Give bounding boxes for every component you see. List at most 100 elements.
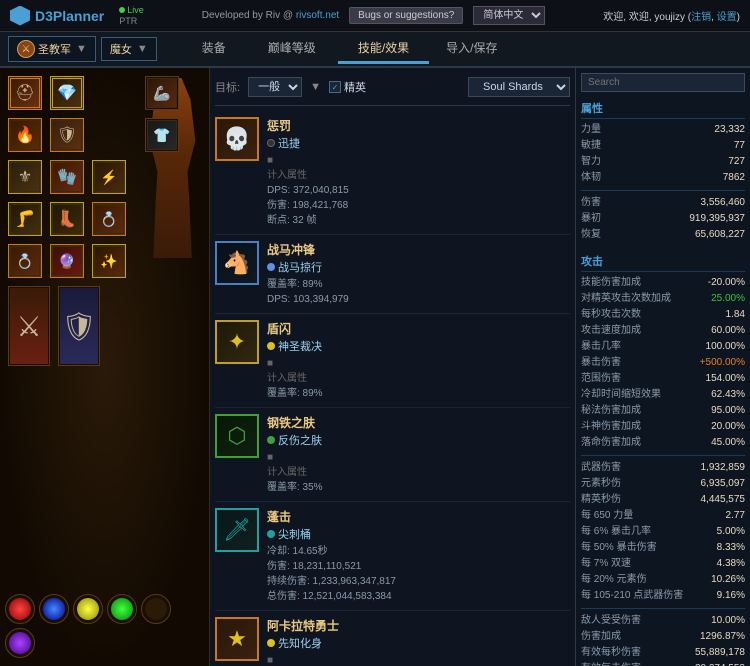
skill-name-akkarat: 阿卡拉特勇士 xyxy=(267,617,570,634)
dev-link[interactable]: rivsoft.net xyxy=(296,10,339,21)
slot-neck[interactable]: 💎 xyxy=(50,76,84,110)
skill-rune-bash: 尖刺桶 xyxy=(267,526,570,542)
stat-weapon-dmg: 武器伤害 1,932,859 xyxy=(581,460,745,476)
skill-icon-punishment[interactable]: 💀 xyxy=(215,117,259,161)
logo[interactable]: D3Planner xyxy=(10,6,104,26)
skill-name-punishment: 惩罚 xyxy=(267,117,570,134)
class-selector[interactable]: ⚔ 圣教军 ▼ xyxy=(8,36,96,62)
skill-icon-shield-glare[interactable]: ✦ xyxy=(215,320,259,364)
gem-slot-2[interactable] xyxy=(39,594,69,624)
gem-slot-3[interactable] xyxy=(73,594,103,624)
target-select[interactable]: 一般 xyxy=(248,77,302,97)
stat-wdmg-per-105: 每 105-210 点武器伤害 9.16% xyxy=(581,588,745,604)
stat-eff-dps: 有效每秒伤害 55,889,178 xyxy=(581,645,745,661)
language-select[interactable]: 简体中文 English xyxy=(473,6,545,25)
ptr-status: PTR xyxy=(119,16,144,27)
slot-ring1[interactable]: 💍 xyxy=(92,202,126,236)
stat-crit-damage: 暴击伤害 +500.00% xyxy=(581,355,745,371)
filter-row: 目标: 一般 ▼ ✓ 精英 Soul Shards xyxy=(215,73,570,106)
skill-rune-akkarat: 先知化身 xyxy=(267,635,570,651)
slot-back[interactable]: 🔥 xyxy=(8,118,42,152)
skill-icon-bash[interactable]: 🗡 xyxy=(215,508,259,552)
slot-off-hand[interactable]: 🛡 xyxy=(58,286,100,366)
skill-item-punishment: 💀 惩罚 迅捷 ■ 计入属性 DPS: 372,040,815 伤害: 198,… xyxy=(215,111,570,235)
skill-rune-charge: 战马掠行 xyxy=(267,259,570,275)
slot-legs[interactable]: 🦵 xyxy=(8,202,42,236)
stat-attack-speed: 攻击速度加成 60.00% xyxy=(581,323,745,339)
slot-head[interactable]: ⛑ xyxy=(8,76,42,110)
offense-section: 攻击 技能伤害加成 -20.00% 对精英攻击次数加成 25.00% 每秒攻击次… xyxy=(581,251,745,666)
settings-link[interactable]: 设置 xyxy=(717,12,737,23)
stat-damage: 伤害 3,556,460 xyxy=(581,195,745,211)
skill-stats-punishment: ■ 计入属性 DPS: 372,040,815 伤害: 198,421,768 … xyxy=(267,153,570,228)
slot-feet[interactable]: 👢 xyxy=(50,202,84,236)
server-status: Live PTR xyxy=(119,5,144,27)
attributes-section: 属性 力量 23,332 敏捷 77 智力 727 体韧 7862 伤害 3,5… xyxy=(581,98,745,243)
skill-icon-iron-skin[interactable]: ⬡ xyxy=(215,414,259,458)
slot-chest[interactable]: 🛡 xyxy=(50,118,84,152)
stat-intelligence: 智力 727 xyxy=(581,154,745,170)
skills-panel: 目标: 一般 ▼ ✓ 精英 Soul Shards 💀 惩罚 xyxy=(210,68,575,666)
spec-selector[interactable]: 魔女 ▼ xyxy=(101,37,157,61)
tab-paragon[interactable]: 巅峰等级 xyxy=(248,34,336,64)
stat-sep-1 xyxy=(581,190,745,191)
welcome-text: 欢迎, 欢迎, youjizy (注销, 设置) xyxy=(603,8,740,23)
skill-stats-charge: 覆盖率: 89% DPS: 103,394,979 xyxy=(267,277,570,307)
slot-shoulder[interactable]: 🦾 xyxy=(145,76,179,110)
character-panel: ⛑ 💎 🔥 🛡 ⚜ 🧤 ⚡ 🦵 👢 xyxy=(0,68,210,666)
stat-doom-dmg: 落命伤害加成 45.00% xyxy=(581,435,745,451)
target-label: 目标: xyxy=(215,79,240,95)
skill-stats-shield-glare: ■ 计入属性 覆盖率: 89% xyxy=(267,356,570,401)
slot-trinket2[interactable]: ✨ xyxy=(92,244,126,278)
class-name: 圣教军 xyxy=(38,41,71,57)
stat-strength: 力量 23,332 xyxy=(581,122,745,138)
bug-report-button[interactable]: Bugs or suggestions? xyxy=(349,7,463,24)
slot-hands[interactable]: 🧤 xyxy=(50,160,84,194)
stat-skill-dmg-bonus: 技能伤害加成 -20.00% xyxy=(581,275,745,291)
logo-shield-icon xyxy=(10,6,30,26)
gem-row xyxy=(5,594,204,658)
stat-str-per-650: 每 650 力量 2.77 xyxy=(581,508,745,524)
stat-eff-hit: 有效每击伤害 30,374,553 xyxy=(581,661,745,666)
tab-equipment[interactable]: 装备 xyxy=(182,34,246,64)
resource-select[interactable]: Soul Shards xyxy=(468,77,570,97)
search-input[interactable] xyxy=(581,73,745,92)
secondary-navigation: ⚔ 圣教军 ▼ 魔女 ▼ 装备 巅峰等级 技能/效果 导入/保存 xyxy=(0,32,750,68)
stat-aps: 每秒攻击次数 1.84 xyxy=(581,307,745,323)
elite-check-icon: ✓ xyxy=(329,81,341,93)
skill-item-charge: 🐴 战马冲锋 战马掠行 覆盖率: 89% DPS: 103,394,979 xyxy=(215,235,570,314)
skill-item-akkarat: ★ 阿卡拉特勇士 先知化身 ■ 计入属性 覆盖率: 100% xyxy=(215,611,570,666)
elite-checkbox[interactable]: ✓ 精英 xyxy=(329,79,366,95)
spec-name: 魔女 xyxy=(110,41,132,57)
skills-list: 💀 惩罚 迅捷 ■ 计入属性 DPS: 372,040,815 伤害: 198,… xyxy=(215,111,570,666)
stat-sep-2 xyxy=(581,455,745,456)
top-navigation: D3Planner Live PTR Developed by Riv @ ri… xyxy=(0,0,750,32)
main-area: ⛑ 💎 🔥 🛡 ⚜ 🧤 ⚡ 🦵 👢 xyxy=(0,68,750,666)
stat-cd-per-50: 每 50% 暴击伤害 8.33% xyxy=(581,540,745,556)
tab-import[interactable]: 导入/保存 xyxy=(431,34,512,64)
slot-wrist[interactable]: ⚜ xyxy=(8,160,42,194)
stat-vitality: 体韧 7862 xyxy=(581,170,745,186)
slot-main-hand[interactable]: ⚔ xyxy=(8,286,50,366)
gem-slot-1[interactable] xyxy=(5,594,35,624)
skill-item-iron-skin: ⬡ 钢铁之肤 反伤之肤 ■ 计入属性 覆盖率: 35% xyxy=(215,408,570,502)
skill-icon-akkarat[interactable]: ★ xyxy=(215,617,259,661)
skill-icon-charge[interactable]: 🐴 xyxy=(215,241,259,285)
gem-slot-6[interactable] xyxy=(5,628,35,658)
gem-slot-4[interactable] xyxy=(107,594,137,624)
slot-waist[interactable]: ⚡ xyxy=(92,160,126,194)
stats-panel: 属性 力量 23,332 敏捷 77 智力 727 体韧 7862 伤害 3,5… xyxy=(575,68,750,666)
stat-ms-per-7: 每 7% 双速 4.38% xyxy=(581,556,745,572)
slot-trinket1[interactable]: 🔮 xyxy=(50,244,84,278)
stat-dmg-bonus-total: 伤害加成 1296.87% xyxy=(581,629,745,645)
skill-name-charge: 战马冲锋 xyxy=(267,241,570,258)
slot-shirt[interactable]: 👕 xyxy=(145,118,179,152)
attributes-title: 属性 xyxy=(581,98,745,119)
logout-link[interactable]: 注销 xyxy=(691,12,711,23)
gem-slot-5[interactable] xyxy=(141,594,171,624)
stat-enemy-recv: 敌人受受伤害 10.00% xyxy=(581,613,745,629)
live-status: Live xyxy=(119,5,144,16)
tab-skills[interactable]: 技能/效果 xyxy=(338,34,429,64)
slot-ring2[interactable]: 💍 xyxy=(8,244,42,278)
skill-stats-akkarat: ■ 计入属性 覆盖率: 100% xyxy=(267,653,570,666)
